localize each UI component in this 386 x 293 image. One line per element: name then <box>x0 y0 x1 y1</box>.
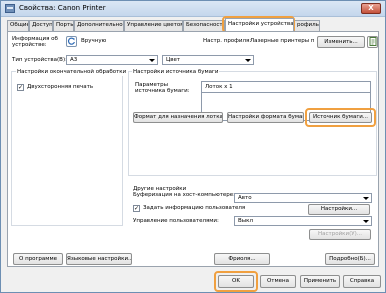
ok-button[interactable]: OK <box>218 275 254 288</box>
help-button[interactable]: Справка <box>343 275 381 288</box>
tab-security[interactable]: Безопасность <box>183 20 225 31</box>
chevron-down-icon <box>363 219 369 223</box>
device-type-label: Тип устройства(В): <box>12 57 67 63</box>
chevron-down-icon <box>363 196 369 200</box>
set-user-info-checkbox[interactable]: ✓ <box>133 205 140 212</box>
color-mode-value: Цвет <box>166 57 181 63</box>
user-info-settings-button[interactable]: Настройки... <box>308 204 370 215</box>
chevron-down-icon <box>149 58 155 62</box>
tab-advanced[interactable]: Дополнительно <box>74 20 124 31</box>
finishing-group <box>11 71 123 226</box>
user-management-select[interactable]: Выкл <box>234 216 372 226</box>
details-button[interactable]: Подробно(Б)... <box>325 253 375 265</box>
paper-source-group-title: Настройки источника бумаги <box>132 69 220 76</box>
device-settings-panel: Информация об устройстве: Вручную Настр.… <box>7 31 379 267</box>
tab-color-management[interactable]: Управление цветом <box>124 20 183 31</box>
profile-icon[interactable] <box>367 36 378 48</box>
paper-source-param-label: Параметры источника бумаги: <box>135 82 190 94</box>
tray-format-button[interactable]: Формат для назначения лотка... <box>133 112 223 123</box>
tab-general[interactable]: Общие <box>7 20 29 31</box>
fonts-button[interactable]: Фриоля... <box>214 253 270 265</box>
language-settings-button[interactable]: Языковые настройки... <box>66 253 132 265</box>
device-type-value: A3 <box>70 57 78 63</box>
spooling-value: Авто <box>238 195 252 201</box>
device-type-select[interactable]: A3 <box>66 55 158 65</box>
paper-source-button[interactable]: Источник бумаги... <box>309 112 372 123</box>
profile-value: Лазерные принтеры пользоват <box>250 38 314 44</box>
duplex-label: Двухсторонняя печать <box>27 84 94 90</box>
window-title: Свойства: Canon Printer <box>19 4 106 12</box>
chevron-down-icon <box>245 58 251 62</box>
finishing-group-title: Настройки окончательной обработки <box>16 69 128 76</box>
paper-source-list[interactable]: Лоток x 1 <box>201 81 371 93</box>
user-management-value: Выкл <box>238 218 253 224</box>
spooling-select[interactable]: Авто <box>234 193 372 203</box>
tab-ports[interactable]: Порты <box>53 20 74 31</box>
color-mode-select[interactable]: Цвет <box>162 55 254 65</box>
printer-icon <box>5 4 15 13</box>
device-info-label: Информация об устройстве: <box>12 36 58 48</box>
apply-button[interactable]: Применить <box>300 275 340 288</box>
tab-device-settings[interactable]: Настройки устройства <box>225 18 294 31</box>
spooling-label: Буферизация на хост-компьютере: <box>133 192 236 198</box>
paper-source-value: Лоток x 1 <box>205 84 233 90</box>
profile-label: Настр. профиля: <box>203 38 252 44</box>
user-management-settings-button[interactable]: Настройки(У)... <box>309 229 371 240</box>
tab-sharing[interactable]: Доступ <box>29 20 53 31</box>
cancel-button[interactable]: Отмена <box>260 275 296 288</box>
title-bar: Свойства: Canon Printer X <box>1 1 385 17</box>
refresh-icon[interactable] <box>66 36 77 47</box>
paper-format-button[interactable]: Настройки формата бумаги... <box>227 112 304 123</box>
tab-profile[interactable]: рофиль <box>294 20 320 31</box>
change-profile-button[interactable]: Изменить... <box>317 36 365 48</box>
printer-properties-window: Свойства: Canon Printer X Общие Доступ П… <box>0 0 386 293</box>
manual-label: Вручную <box>81 38 107 44</box>
about-button[interactable]: О программе <box>13 253 63 265</box>
close-button[interactable]: X <box>361 3 381 14</box>
user-management-label: Управление пользователями: <box>133 218 219 224</box>
set-user-info-label: Задать информацию пользователя <box>143 205 246 211</box>
duplex-checkbox[interactable]: ✓ <box>17 84 24 91</box>
